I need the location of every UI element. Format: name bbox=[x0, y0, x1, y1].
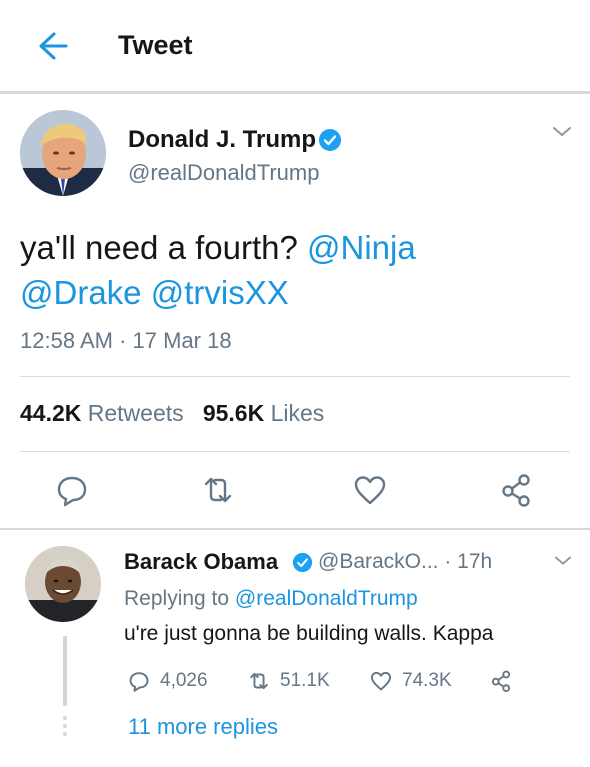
replying-to: Replying to @realDonaldTrump bbox=[124, 587, 418, 611]
retweet-button[interactable] bbox=[198, 470, 238, 510]
retweets-count: 44.2K bbox=[20, 400, 82, 426]
arrow-left-icon[interactable] bbox=[30, 28, 70, 64]
heart-icon bbox=[370, 671, 392, 691]
heart-icon bbox=[354, 476, 386, 505]
retweets-stat[interactable]: 44.2K Retweets bbox=[20, 400, 184, 426]
divider bbox=[20, 451, 570, 452]
more-dots-icon bbox=[62, 714, 68, 738]
tweet-timestamp[interactable]: 12:58 AM · 17 Mar 18 bbox=[20, 328, 232, 354]
reply-time[interactable]: · 17h bbox=[444, 550, 492, 573]
chevron-down-icon[interactable] bbox=[552, 552, 574, 570]
reply-like-button[interactable]: 74.3K bbox=[368, 667, 452, 695]
thread-line bbox=[63, 636, 67, 706]
replying-to-handle[interactable]: @realDonaldTrump bbox=[235, 587, 418, 610]
author-name[interactable]: Donald J. Trump bbox=[128, 126, 316, 154]
retweet-icon bbox=[204, 477, 232, 503]
mention-link[interactable]: @trvisXX bbox=[151, 274, 289, 311]
reply-author-handle[interactable]: @BarackO... bbox=[318, 550, 439, 573]
retweets-label: Retweets bbox=[87, 400, 184, 426]
like-count: 74.3K bbox=[402, 670, 452, 691]
like-button[interactable] bbox=[350, 470, 390, 510]
reply-icon bbox=[57, 476, 87, 507]
verified-badge-icon bbox=[318, 128, 342, 152]
likes-count: 95.6K bbox=[202, 400, 265, 426]
page-title: Tweet bbox=[118, 30, 193, 60]
mention-link[interactable]: @Drake bbox=[20, 274, 142, 311]
reply-text: u're just gonna be building walls. Kappa bbox=[124, 622, 494, 645]
reply-reply-button[interactable]: 4,026 bbox=[126, 667, 208, 695]
tweet-text-plain: ya'll need a fourth? bbox=[20, 229, 307, 266]
tweet-text: ya'll need a fourth? @Ninja @Drake @trvis… bbox=[20, 225, 560, 315]
share-icon bbox=[491, 670, 511, 693]
reply-author-name[interactable]: Barack Obama bbox=[124, 549, 278, 575]
retweet-icon bbox=[250, 672, 268, 690]
reply-count: 4,026 bbox=[160, 670, 208, 691]
reply-retweet-button[interactable]: 51.1K bbox=[246, 667, 330, 695]
likes-stat[interactable]: 95.6K Likes bbox=[203, 400, 324, 426]
share-button[interactable] bbox=[496, 470, 536, 510]
tweet-stats: 44.2K Retweets 95.6K Likes bbox=[20, 400, 324, 427]
divider bbox=[0, 528, 590, 530]
avatar[interactable] bbox=[20, 110, 106, 196]
reply-share-button[interactable] bbox=[488, 667, 522, 695]
divider bbox=[20, 376, 570, 377]
reply-button[interactable] bbox=[52, 470, 92, 510]
top-bar bbox=[0, 0, 590, 92]
likes-label: Likes bbox=[270, 400, 325, 426]
share-icon bbox=[502, 474, 530, 507]
reply-icon bbox=[129, 672, 149, 692]
reply-author-meta: @BarackO... · 17h bbox=[318, 550, 492, 574]
chevron-down-icon[interactable] bbox=[550, 122, 574, 142]
retweet-count: 51.1K bbox=[280, 670, 330, 691]
avatar[interactable] bbox=[25, 546, 101, 622]
replying-to-prefix: Replying to bbox=[124, 587, 230, 610]
more-replies-link[interactable]: 11 more replies bbox=[128, 714, 278, 740]
header-divider bbox=[0, 91, 590, 94]
author-handle[interactable]: @realDonaldTrump bbox=[128, 160, 319, 186]
mention-link[interactable]: @Ninja bbox=[307, 229, 416, 266]
verified-badge-icon bbox=[292, 552, 313, 573]
